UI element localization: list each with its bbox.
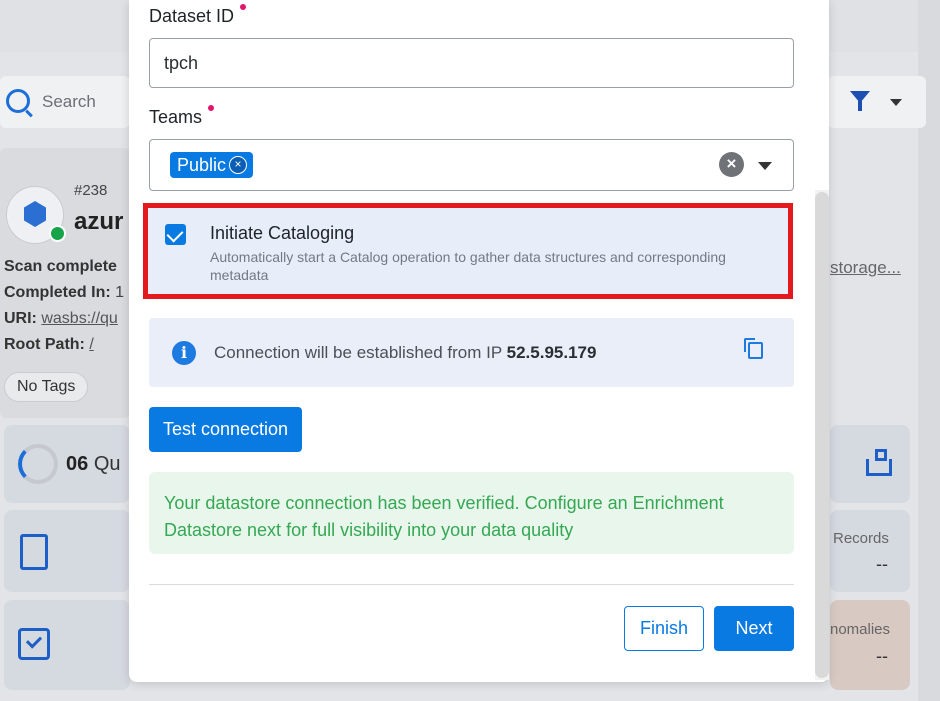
search-placeholder: Search [42, 92, 96, 111]
records-value: -- [876, 554, 888, 574]
copy-icon[interactable] [744, 338, 763, 359]
tags-badge[interactable]: No Tags [4, 372, 89, 402]
initiate-cataloging-description: Automatically start a Catalog operation … [210, 249, 726, 283]
anomalies-tile: nomalies -- [830, 600, 910, 690]
chevron-down-icon [890, 99, 902, 106]
filter-button[interactable] [828, 76, 926, 128]
progress-ring-icon [18, 444, 58, 484]
connection-info-banner: i Connection will be established from IP… [149, 318, 794, 387]
checks-count: 06 Qu [66, 453, 121, 475]
document-icon [20, 534, 48, 570]
datastore-avatar [6, 186, 66, 244]
scan-status: Scan complete [4, 258, 117, 275]
anomalies-value: -- [876, 646, 888, 666]
checks-tile[interactable]: 06 Qu [4, 425, 130, 503]
info-icon: i [172, 341, 196, 365]
filter-icon [850, 91, 870, 111]
checklist-icon [18, 628, 50, 660]
initiate-cataloging-checkbox[interactable] [165, 224, 186, 245]
dataset-id-input[interactable]: tpch [149, 38, 794, 88]
success-banner: Your datastore connection has been verif… [149, 472, 794, 554]
search-box[interactable]: Search [0, 76, 130, 128]
storage-link[interactable]: storage... [830, 258, 901, 278]
teams-select[interactable]: Public × × [149, 139, 794, 191]
completed-in: Completed In: 1 [4, 284, 125, 301]
records-tile: Records -- [830, 510, 910, 592]
anomalies-label: nomalies [830, 621, 891, 638]
remove-chip-icon[interactable]: × [229, 156, 248, 174]
initiate-cataloging-option[interactable]: Initiate Cataloging Automatically start … [143, 203, 793, 299]
dataset-id-value: tpch [164, 53, 199, 73]
quality-tile[interactable] [4, 600, 130, 690]
records-label: Records [833, 530, 889, 547]
dataset-id-label: Dataset ID [149, 4, 247, 27]
tree-tile[interactable] [830, 425, 910, 503]
test-connection-button[interactable]: Test connection [149, 407, 302, 452]
initiate-cataloging-title: Initiate Cataloging [210, 223, 355, 243]
next-button[interactable]: Next [714, 606, 794, 651]
chevron-down-icon[interactable] [758, 162, 772, 170]
footer-divider [149, 584, 794, 585]
azure-icon [24, 201, 46, 227]
connection-info-text: Connection will be established from IP 5… [214, 343, 597, 362]
uri-row: URI: wasbs://qu [4, 310, 118, 327]
success-message: Your datastore connection has been verif… [164, 493, 724, 540]
teams-label: Teams [149, 105, 215, 128]
datastore-name: azur [74, 208, 124, 235]
scrollbar-thumb[interactable] [815, 192, 829, 678]
files-tile[interactable] [4, 510, 130, 592]
connection-ip: 52.5.95.179 [506, 343, 597, 362]
root-path-row: Root Path: / [4, 336, 94, 353]
team-chip-label: Public [177, 155, 227, 175]
status-dot [49, 225, 66, 242]
datastore-number: #238 [74, 182, 108, 199]
hierarchy-icon [866, 449, 892, 476]
clear-selection-icon[interactable]: × [719, 152, 744, 177]
search-icon [6, 89, 30, 113]
team-chip-public: Public × [170, 152, 254, 178]
finish-button[interactable]: Finish [624, 606, 704, 651]
required-marker [208, 105, 215, 111]
required-marker [240, 4, 247, 10]
